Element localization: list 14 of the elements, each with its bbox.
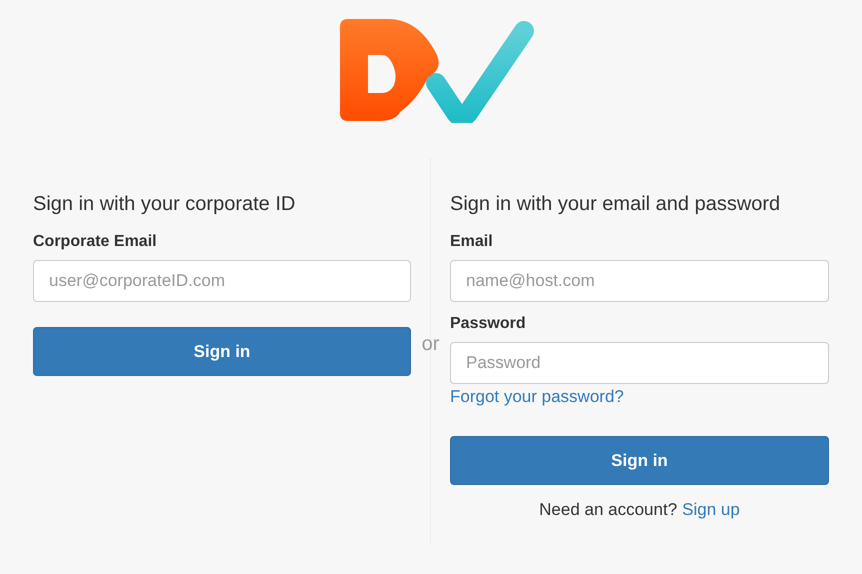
sign-in-button[interactable]: Sign in: [33, 327, 411, 376]
section-heading: Sign in with your corporate ID: [33, 192, 296, 216]
sign-up-link[interactable]: Sign up: [682, 500, 740, 520]
section-heading: Sign in with your email and password: [450, 192, 782, 216]
email-field[interactable]: name@host.com: [450, 260, 829, 302]
sign-in-button[interactable]: Sign in: [450, 436, 829, 485]
field-label: Email: [450, 232, 494, 252]
forgot-password-link[interactable]: Forgot your password?: [450, 387, 624, 407]
email-field[interactable]: user@corporateID.com: [33, 260, 411, 302]
field-label: Password: [450, 314, 527, 334]
signup-prompt: Need an account?: [539, 500, 678, 520]
password-field[interactable]: Password: [450, 342, 829, 384]
field-label: Corporate Email: [33, 232, 158, 252]
separator-text: or: [422, 333, 440, 356]
